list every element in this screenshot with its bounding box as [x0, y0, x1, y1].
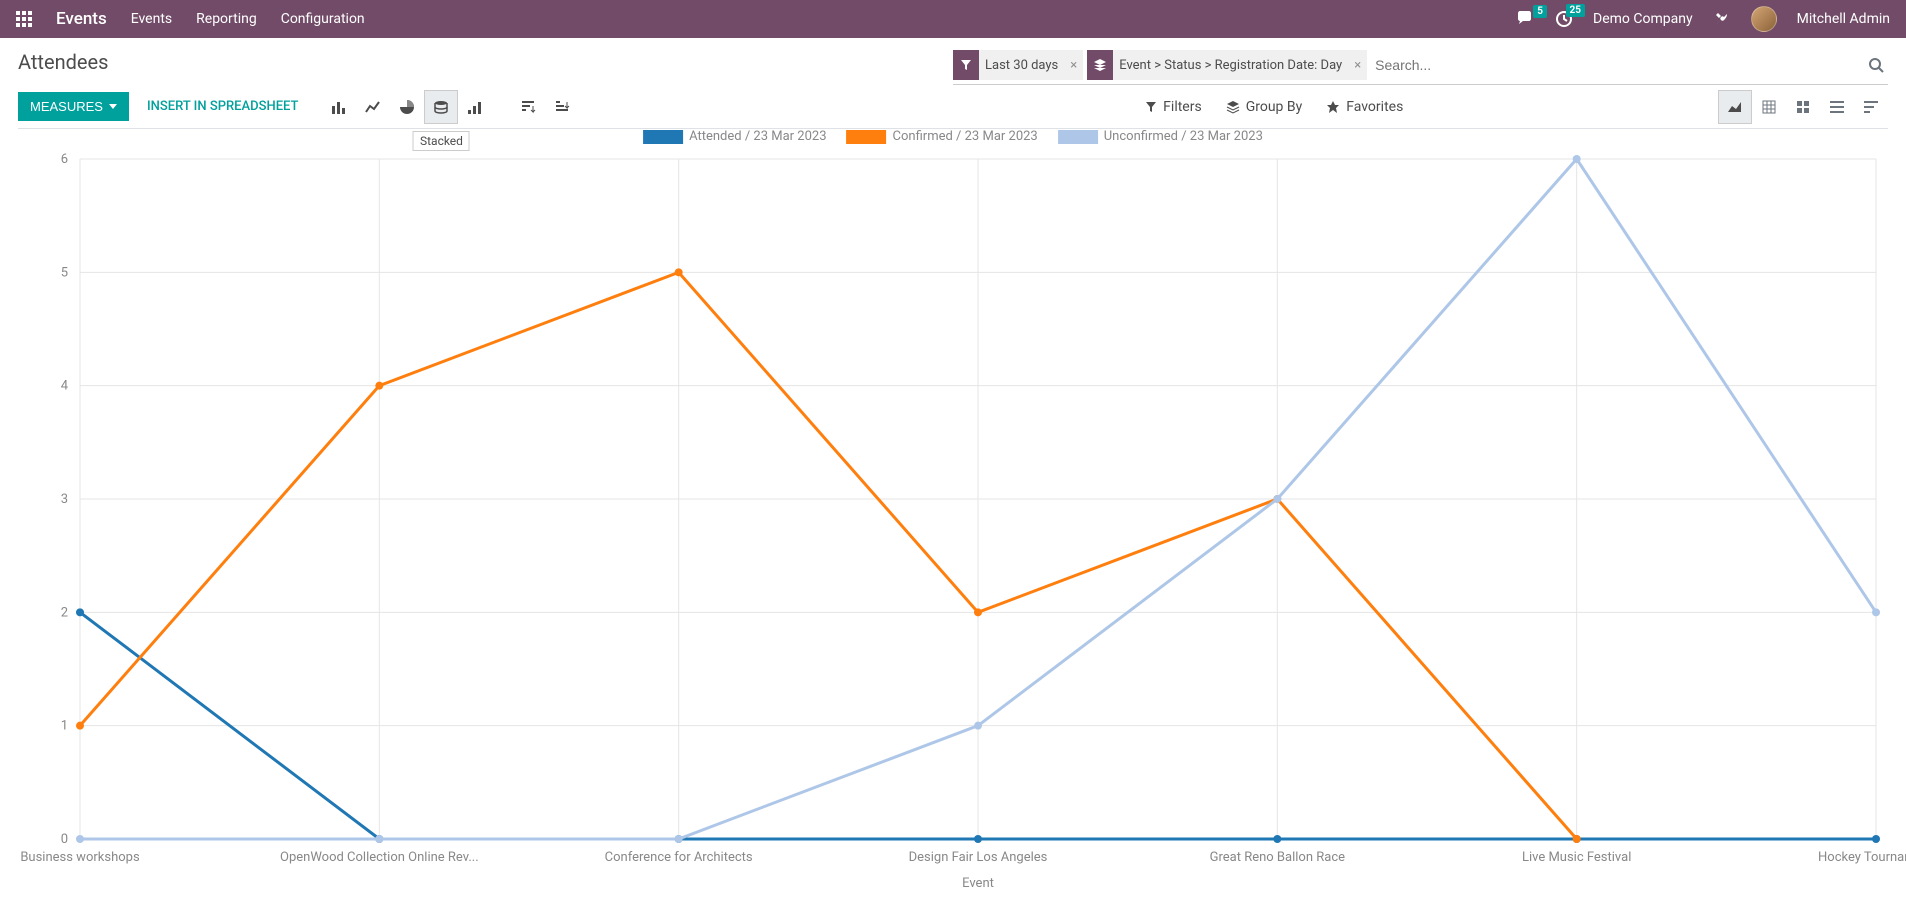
- list-view-icon[interactable]: [1820, 90, 1854, 124]
- page-title: Attendees: [18, 50, 108, 74]
- legend-item[interactable]: Confirmed / 23 Mar 2023: [847, 129, 1038, 144]
- nav-reporting[interactable]: Reporting: [196, 11, 257, 27]
- funnel-icon: [953, 50, 979, 80]
- svg-text:4: 4: [61, 379, 69, 394]
- avatar[interactable]: [1751, 6, 1777, 32]
- svg-text:Live Music Festival: Live Music Festival: [1522, 850, 1631, 865]
- chart-type-group: Stacked: [322, 90, 580, 124]
- navbar: Events Events Reporting Configuration 5 …: [0, 0, 1906, 38]
- nav-events[interactable]: Events: [131, 11, 172, 27]
- chart-legend: Attended / 23 Mar 2023 Confirmed / 23 Mar…: [643, 129, 1263, 144]
- bar-chart-icon[interactable]: [322, 90, 356, 124]
- sort-asc-icon[interactable]: [458, 90, 492, 124]
- search-input[interactable]: [1367, 53, 1864, 77]
- groupby-facet: Event > Status > Registration Date: Day …: [1087, 50, 1367, 80]
- svg-text:6: 6: [61, 152, 68, 167]
- sort-asc2-icon[interactable]: [546, 90, 580, 124]
- svg-text:Great Reno Ballon Race: Great Reno Ballon Race: [1210, 850, 1346, 865]
- graph-view-icon[interactable]: [1718, 90, 1752, 124]
- favorites-button[interactable]: Favorites: [1326, 99, 1403, 115]
- svg-text:Hockey Tournament: Hockey Tournament: [1818, 850, 1906, 865]
- search-icon[interactable]: [1864, 57, 1888, 73]
- svg-text:Event: Event: [962, 876, 994, 891]
- nav-configuration[interactable]: Configuration: [281, 11, 365, 27]
- pie-chart-icon[interactable]: [390, 90, 424, 124]
- activity-icon[interactable]: 25: [1555, 10, 1573, 28]
- layers-icon: [1087, 50, 1113, 80]
- chart: Attended / 23 Mar 2023 Confirmed / 23 Mar…: [0, 129, 1906, 909]
- debug-icon[interactable]: [1713, 10, 1731, 28]
- svg-text:OpenWood Collection Online Rev: OpenWood Collection Online Rev...: [280, 850, 479, 865]
- svg-text:2: 2: [61, 605, 68, 620]
- legend-item[interactable]: Attended / 23 Mar 2023: [643, 129, 826, 144]
- sort-desc-icon[interactable]: [512, 90, 546, 124]
- tooltip: Stacked: [413, 131, 470, 151]
- filter-facet: Last 30 days ×: [953, 50, 1083, 80]
- activity-view-icon[interactable]: [1854, 90, 1888, 124]
- svg-text:0: 0: [61, 832, 68, 847]
- filters-button[interactable]: Filters: [1145, 99, 1202, 115]
- view-switcher: [1718, 90, 1888, 124]
- svg-text:5: 5: [61, 265, 68, 280]
- app-title: Events: [56, 9, 107, 29]
- svg-text:Design Fair Los Angeles: Design Fair Los Angeles: [909, 850, 1048, 865]
- close-icon[interactable]: ×: [1348, 58, 1367, 73]
- insert-spreadsheet-button[interactable]: INSERT IN SPREADSHEET: [147, 99, 299, 114]
- svg-text:Conference for Architects: Conference for Architects: [605, 850, 753, 865]
- activity-badge: 25: [1566, 4, 1585, 17]
- chart-svg: 0 1 2 3 4 5 6 Business workshops OpenWood Collec…: [0, 129, 1906, 909]
- messages-icon[interactable]: 5: [1517, 11, 1535, 27]
- search-bar: Last 30 days × Event > Status > Registra…: [953, 50, 1888, 80]
- svg-text:1: 1: [61, 719, 68, 734]
- groupby-button[interactable]: Group By: [1226, 99, 1303, 115]
- apps-icon[interactable]: [16, 11, 32, 27]
- toolbar: MEASURES INSERT IN SPREADSHEET Stacked F…: [18, 85, 1888, 129]
- legend-item[interactable]: Unconfirmed / 23 Mar 2023: [1058, 129, 1263, 144]
- svg-text:Business workshops: Business workshops: [20, 850, 140, 865]
- close-icon[interactable]: ×: [1064, 58, 1083, 73]
- svg-text:3: 3: [61, 492, 68, 507]
- measures-button[interactable]: MEASURES: [18, 92, 129, 121]
- kanban-view-icon[interactable]: [1786, 90, 1820, 124]
- stacked-icon[interactable]: Stacked: [424, 90, 458, 124]
- messages-badge: 5: [1533, 5, 1547, 18]
- caret-down-icon: [109, 104, 117, 109]
- line-chart-icon[interactable]: [356, 90, 390, 124]
- pivot-view-icon[interactable]: [1752, 90, 1786, 124]
- company-name[interactable]: Demo Company: [1593, 11, 1693, 27]
- user-name[interactable]: Mitchell Admin: [1797, 11, 1890, 27]
